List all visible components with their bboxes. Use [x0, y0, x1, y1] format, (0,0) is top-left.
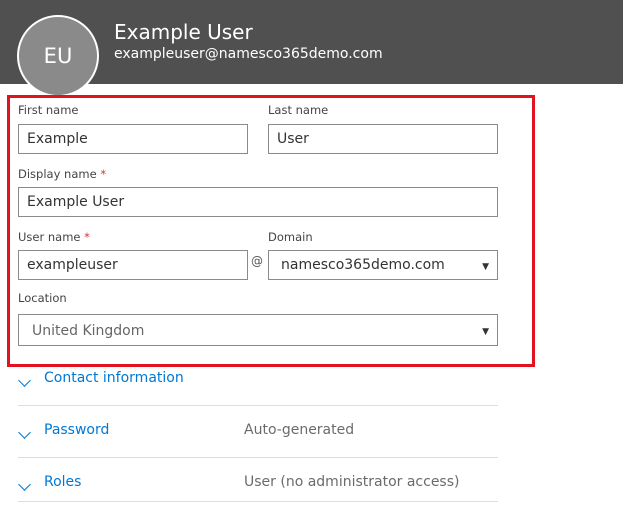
display-name-label: Display name *	[18, 167, 106, 181]
domain-label: Domain	[268, 230, 313, 244]
user-name-label-text: User name	[18, 230, 81, 244]
section-password[interactable]: Password Auto-generated	[18, 418, 498, 458]
domain-value: namesco365demo.com	[281, 257, 445, 273]
chevron-down-icon	[18, 374, 31, 387]
last-name-field[interactable]: User	[268, 124, 498, 154]
last-name-label: Last name	[268, 103, 329, 117]
avatar: EU	[17, 15, 99, 97]
domain-select[interactable]: namesco365demo.com ▼	[268, 250, 498, 280]
first-name-field[interactable]: Example	[18, 124, 248, 154]
first-name-label: First name	[18, 103, 79, 117]
user-name-label: User name *	[18, 230, 90, 244]
caret-down-icon: ▼	[482, 262, 489, 272]
caret-down-icon: ▼	[482, 327, 489, 337]
display-name-label-text: Display name	[18, 167, 97, 181]
section-roles[interactable]: Roles User (no administrator access)	[18, 470, 498, 502]
section-title[interactable]: Contact information	[44, 370, 184, 386]
display-name-field[interactable]: Example User	[18, 187, 498, 217]
user-email: exampleuser@namesco365demo.com	[114, 46, 383, 62]
user-name-field[interactable]: exampleuser	[18, 250, 248, 280]
location-value: United Kingdom	[32, 323, 145, 339]
section-value: Auto-generated	[244, 422, 355, 438]
section-title[interactable]: Roles	[44, 474, 81, 490]
required-marker: *	[100, 167, 107, 181]
at-symbol: @	[251, 254, 263, 268]
location-select[interactable]: United Kingdom ▼	[18, 314, 498, 346]
section-title[interactable]: Password	[44, 422, 109, 438]
required-marker: *	[84, 230, 90, 244]
section-value: User (no administrator access)	[244, 474, 460, 490]
section-contact-information[interactable]: Contact information	[18, 366, 498, 406]
location-label: Location	[18, 291, 67, 305]
user-display-name: Example User	[114, 20, 253, 44]
chevron-down-icon	[18, 478, 31, 491]
chevron-down-icon	[18, 426, 31, 439]
